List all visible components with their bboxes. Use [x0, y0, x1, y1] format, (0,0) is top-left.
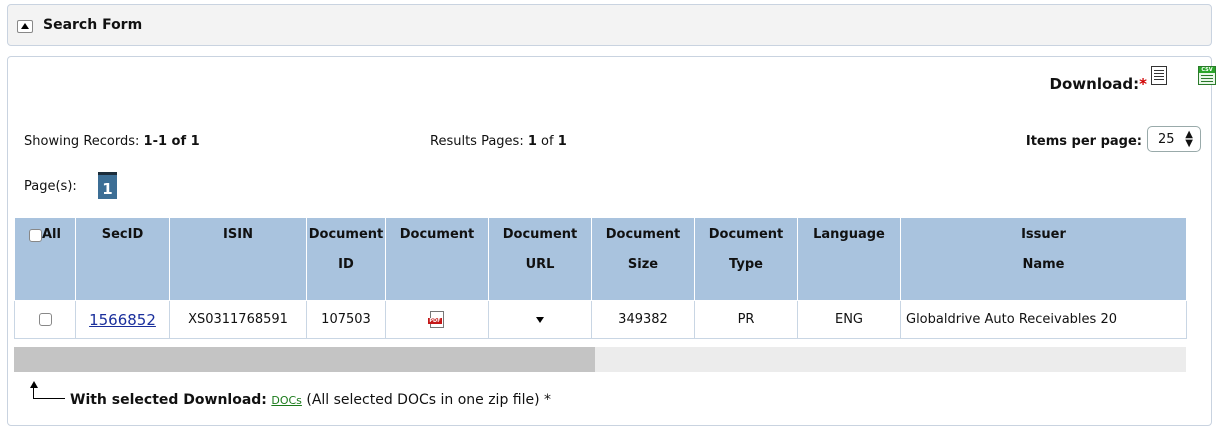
arrow-up-icon [30, 381, 38, 388]
col-document-url[interactable]: Document URL [488, 217, 592, 301]
table-row: 1566852 XS0311768591 107503 PDF 349382 P… [14, 300, 1187, 339]
col-issuer-name[interactable]: Issuer Name [900, 217, 1187, 301]
csv-icon[interactable]: CSV [1198, 66, 1216, 85]
issuer-name-cell: Globaldrive Auto Receivables 20 [900, 300, 1187, 339]
language-cell: ENG [797, 300, 901, 339]
items-per-page-label: Items per page: [1025, 134, 1142, 149]
pdf-icon[interactable]: PDF [428, 311, 444, 328]
bulk-download-row: With selected Download: DOCs (All select… [70, 392, 552, 408]
col-document-size[interactable]: Document Size [591, 217, 695, 301]
results-table: All SecID ISIN Document ID Document Docum… [14, 217, 1187, 339]
select-all-checkbox[interactable] [29, 228, 42, 242]
items-per-page-select[interactable]: 25 ▲ ▼ [1147, 126, 1201, 152]
col-all[interactable]: All [14, 217, 76, 301]
document-id-cell: 107503 [306, 300, 386, 339]
collapse-up-icon[interactable] [17, 20, 33, 33]
col-document-id[interactable]: Document ID [306, 217, 386, 301]
doc-list-icon[interactable] [1151, 66, 1167, 85]
download-label: Download:* [1049, 75, 1147, 93]
results-pages: Results Pages: 1 of 1 [430, 134, 567, 149]
dropdown-arrow-icon[interactable] [536, 316, 544, 323]
col-document-type[interactable]: Document Type [694, 217, 798, 301]
horizontal-scrollbar[interactable] [14, 347, 1186, 372]
secid-link[interactable]: 1566852 [89, 311, 156, 329]
scrollbar-thumb[interactable] [14, 347, 595, 372]
document-type-cell: PR [694, 300, 798, 339]
col-document[interactable]: Document [385, 217, 489, 301]
row-checkbox[interactable] [38, 313, 52, 326]
col-language[interactable]: Language [797, 217, 901, 301]
col-isin[interactable]: ISIN [169, 217, 307, 301]
select-arrows-icon: ▲ ▼ [1185, 129, 1193, 149]
isin-cell: XS0311768591 [169, 300, 307, 339]
table-header-row: All SecID ISIN Document ID Document Docum… [14, 217, 1187, 301]
page-current[interactable]: 1 [98, 172, 117, 199]
col-secid[interactable]: SecID [75, 217, 170, 301]
pages-label: Page(s): [24, 179, 77, 194]
search-form-title: Search Form [43, 17, 143, 33]
docs-download-link[interactable]: DOCs [271, 394, 302, 407]
showing-records: Showing Records: 1-1 of 1 [24, 134, 200, 149]
search-form-header[interactable]: Search Form [7, 4, 1212, 46]
document-size-cell: 349382 [591, 300, 695, 339]
